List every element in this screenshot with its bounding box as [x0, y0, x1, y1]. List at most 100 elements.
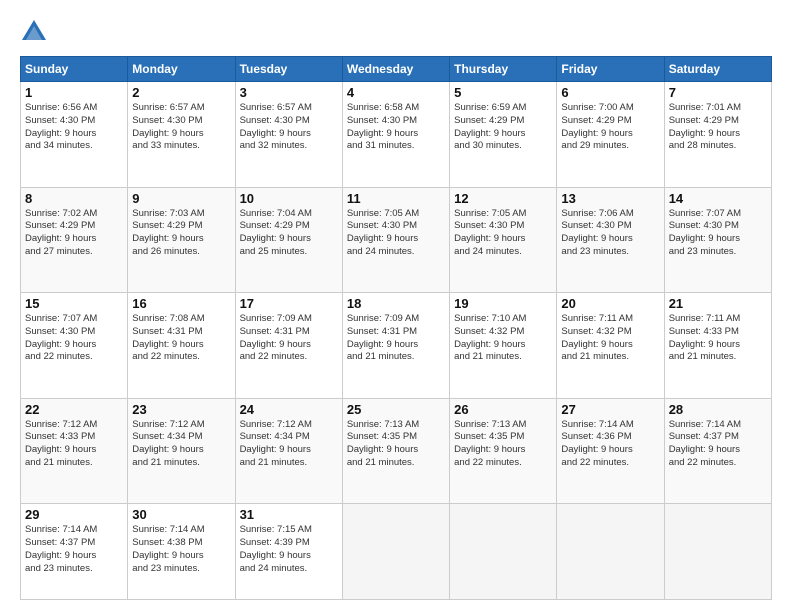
calendar-cell: 18Sunrise: 7:09 AMSunset: 4:31 PMDayligh… [342, 293, 449, 399]
day-number: 30 [132, 507, 230, 522]
day-info: Sunrise: 7:01 AMSunset: 4:29 PMDaylight:… [669, 102, 767, 153]
day-info: Sunrise: 7:11 AMSunset: 4:32 PMDaylight:… [561, 313, 659, 364]
day-number: 23 [132, 402, 230, 417]
calendar-week-row: 8 Sunrise: 7:02 AMSunset: 4:29 PMDaylight… [21, 187, 772, 293]
day-info: Sunrise: 7:05 AMSunset: 4:30 PMDaylight:… [347, 208, 445, 259]
day-info: Sunrise: 7:14 AMSunset: 4:38 PMDaylight:… [132, 524, 230, 575]
day-info: Sunrise: 7:00 AMSunset: 4:29 PMDaylight:… [561, 102, 659, 153]
day-info: Sunrise: 7:05 AMSunset: 4:30 PMDaylight:… [454, 208, 552, 259]
header [20, 18, 772, 46]
day-info: Sunrise: 7:12 AMSunset: 4:33 PMDaylight:… [25, 419, 123, 470]
day-number: 16 [132, 296, 230, 311]
day-info: Sunrise: 7:12 AMSunset: 4:34 PMDaylight:… [240, 419, 338, 470]
calendar-cell: 23 Sunrise: 7:12 AMSunset: 4:34 PMDayligh… [128, 398, 235, 504]
day-number: 9 [132, 191, 230, 206]
calendar-cell: 31 Sunrise: 7:15 AMSunset: 4:39 PMDayligh… [235, 504, 342, 600]
day-info: Sunrise: 6:57 AMSunset: 4:30 PMDaylight:… [132, 102, 230, 153]
calendar-cell: 17Sunrise: 7:09 AMSunset: 4:31 PMDayligh… [235, 293, 342, 399]
calendar-week-row: 29 Sunrise: 7:14 AMSunset: 4:37 PMDayligh… [21, 504, 772, 600]
day-info: Sunrise: 7:13 AMSunset: 4:35 PMDaylight:… [454, 419, 552, 470]
day-info: Sunrise: 7:07 AMSunset: 4:30 PMDaylight:… [25, 313, 123, 364]
calendar-week-row: 22 Sunrise: 7:12 AMSunset: 4:33 PMDayligh… [21, 398, 772, 504]
day-info: Sunrise: 7:14 AMSunset: 4:37 PMDaylight:… [25, 524, 123, 575]
day-info: Sunrise: 7:08 AMSunset: 4:31 PMDaylight:… [132, 313, 230, 364]
calendar-cell: 22 Sunrise: 7:12 AMSunset: 4:33 PMDayligh… [21, 398, 128, 504]
day-number: 12 [454, 191, 552, 206]
weekday-header-monday: Monday [128, 57, 235, 82]
day-info: Sunrise: 7:07 AMSunset: 4:30 PMDaylight:… [669, 208, 767, 259]
day-info: Sunrise: 6:56 AMSunset: 4:30 PMDaylight:… [25, 102, 123, 153]
day-number: 13 [561, 191, 659, 206]
day-info: Sunrise: 6:59 AMSunset: 4:29 PMDaylight:… [454, 102, 552, 153]
calendar-cell [664, 504, 771, 600]
day-info: Sunrise: 6:57 AMSunset: 4:30 PMDaylight:… [240, 102, 338, 153]
calendar-cell: 25Sunrise: 7:13 AMSunset: 4:35 PMDayligh… [342, 398, 449, 504]
calendar-week-row: 1Sunrise: 6:56 AMSunset: 4:30 PMDaylight… [21, 82, 772, 188]
page: SundayMondayTuesdayWednesdayThursdayFrid… [0, 0, 792, 612]
day-info: Sunrise: 7:04 AMSunset: 4:29 PMDaylight:… [240, 208, 338, 259]
calendar-cell: 29 Sunrise: 7:14 AMSunset: 4:37 PMDayligh… [21, 504, 128, 600]
day-number: 22 [25, 402, 123, 417]
calendar-cell: 6 Sunrise: 7:00 AMSunset: 4:29 PMDaylight… [557, 82, 664, 188]
calendar-cell: 3 Sunrise: 6:57 AMSunset: 4:30 PMDaylight… [235, 82, 342, 188]
weekday-header-wednesday: Wednesday [342, 57, 449, 82]
day-number: 21 [669, 296, 767, 311]
day-number: 27 [561, 402, 659, 417]
day-number: 7 [669, 85, 767, 100]
calendar-cell [557, 504, 664, 600]
calendar-cell: 24 Sunrise: 7:12 AMSunset: 4:34 PMDayligh… [235, 398, 342, 504]
day-info: Sunrise: 7:09 AMSunset: 4:31 PMDaylight:… [347, 313, 445, 364]
day-info: Sunrise: 7:02 AMSunset: 4:29 PMDaylight:… [25, 208, 123, 259]
day-number: 17 [240, 296, 338, 311]
calendar-cell [342, 504, 449, 600]
day-number: 11 [347, 191, 445, 206]
day-info: Sunrise: 7:11 AMSunset: 4:33 PMDaylight:… [669, 313, 767, 364]
weekday-header-tuesday: Tuesday [235, 57, 342, 82]
calendar-cell: 20Sunrise: 7:11 AMSunset: 4:32 PMDayligh… [557, 293, 664, 399]
calendar-cell: 8 Sunrise: 7:02 AMSunset: 4:29 PMDaylight… [21, 187, 128, 293]
calendar-cell: 14Sunrise: 7:07 AMSunset: 4:30 PMDayligh… [664, 187, 771, 293]
day-number: 3 [240, 85, 338, 100]
weekday-header-thursday: Thursday [450, 57, 557, 82]
calendar-cell: 1Sunrise: 6:56 AMSunset: 4:30 PMDaylight… [21, 82, 128, 188]
day-info: Sunrise: 6:58 AMSunset: 4:30 PMDaylight:… [347, 102, 445, 153]
calendar-cell: 7 Sunrise: 7:01 AMSunset: 4:29 PMDaylight… [664, 82, 771, 188]
day-info: Sunrise: 7:03 AMSunset: 4:29 PMDaylight:… [132, 208, 230, 259]
day-number: 19 [454, 296, 552, 311]
logo [20, 18, 52, 46]
calendar-cell: 5 Sunrise: 6:59 AMSunset: 4:29 PMDaylight… [450, 82, 557, 188]
calendar-cell: 13Sunrise: 7:06 AMSunset: 4:30 PMDayligh… [557, 187, 664, 293]
day-number: 28 [669, 402, 767, 417]
calendar-table: SundayMondayTuesdayWednesdayThursdayFrid… [20, 56, 772, 600]
calendar-week-row: 15 Sunrise: 7:07 AMSunset: 4:30 PMDayligh… [21, 293, 772, 399]
calendar-cell: 27Sunrise: 7:14 AMSunset: 4:36 PMDayligh… [557, 398, 664, 504]
logo-icon [20, 18, 48, 46]
calendar-cell: 15 Sunrise: 7:07 AMSunset: 4:30 PMDayligh… [21, 293, 128, 399]
day-info: Sunrise: 7:10 AMSunset: 4:32 PMDaylight:… [454, 313, 552, 364]
calendar-cell: 9 Sunrise: 7:03 AMSunset: 4:29 PMDaylight… [128, 187, 235, 293]
calendar-cell: 26 Sunrise: 7:13 AMSunset: 4:35 PMDayligh… [450, 398, 557, 504]
day-number: 6 [561, 85, 659, 100]
day-number: 24 [240, 402, 338, 417]
calendar-cell: 21 Sunrise: 7:11 AMSunset: 4:33 PMDayligh… [664, 293, 771, 399]
day-number: 15 [25, 296, 123, 311]
day-number: 25 [347, 402, 445, 417]
day-number: 8 [25, 191, 123, 206]
day-number: 26 [454, 402, 552, 417]
calendar-cell: 16 Sunrise: 7:08 AMSunset: 4:31 PMDayligh… [128, 293, 235, 399]
day-info: Sunrise: 7:15 AMSunset: 4:39 PMDaylight:… [240, 524, 338, 575]
day-number: 5 [454, 85, 552, 100]
calendar-cell: 28Sunrise: 7:14 AMSunset: 4:37 PMDayligh… [664, 398, 771, 504]
weekday-header-sunday: Sunday [21, 57, 128, 82]
day-number: 4 [347, 85, 445, 100]
day-number: 31 [240, 507, 338, 522]
weekday-header-friday: Friday [557, 57, 664, 82]
calendar-cell: 4 Sunrise: 6:58 AMSunset: 4:30 PMDaylight… [342, 82, 449, 188]
calendar-cell: 10Sunrise: 7:04 AMSunset: 4:29 PMDayligh… [235, 187, 342, 293]
day-number: 29 [25, 507, 123, 522]
day-info: Sunrise: 7:12 AMSunset: 4:34 PMDaylight:… [132, 419, 230, 470]
weekday-header-saturday: Saturday [664, 57, 771, 82]
weekday-header-row: SundayMondayTuesdayWednesdayThursdayFrid… [21, 57, 772, 82]
calendar-cell: 12 Sunrise: 7:05 AMSunset: 4:30 PMDayligh… [450, 187, 557, 293]
calendar-cell: 19 Sunrise: 7:10 AMSunset: 4:32 PMDayligh… [450, 293, 557, 399]
